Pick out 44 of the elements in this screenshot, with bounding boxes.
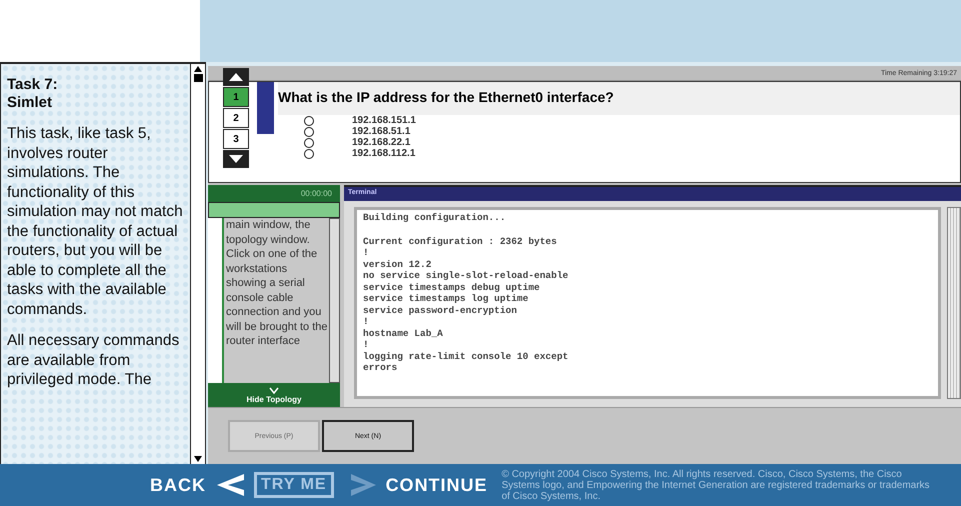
- question-number-button[interactable]: 1: [223, 87, 249, 107]
- back-button[interactable]: BACK: [150, 474, 206, 496]
- radio-button[interactable]: [304, 148, 314, 158]
- radio-button[interactable]: [304, 126, 314, 136]
- terminal-line: Building configuration...: [363, 212, 507, 224]
- task-description: All necessary commands are available from privileged mode. The: [7, 331, 180, 390]
- terminal-line: !: [363, 316, 370, 328]
- radio-button[interactable]: [304, 116, 314, 126]
- terminal-line: service password-encryption: [363, 304, 518, 316]
- copyright-text: © Copyright 2004 Cisco Systems, Inc. All rights reserved. Cisco, Cisco Systems, the Cisco Systems logo, and Empowering the Internet Generation are registered trademarks or trademarks of Cisco Systems, Inc.: [502, 468, 931, 502]
- scroll-up-icon[interactable]: [193, 64, 203, 74]
- scroll-thumb[interactable]: [194, 74, 202, 82]
- answer-option: 192.168.22.1: [352, 137, 410, 148]
- timer: 00:00:00: [208, 185, 340, 202]
- scrollbar[interactable]: [947, 207, 961, 399]
- terminal-line: Current configuration : 2362 bytes: [363, 236, 558, 247]
- terminal-line: !: [363, 339, 370, 350]
- next-question-button[interactable]: [223, 150, 249, 168]
- terminal-line: service timestamps log uptime: [363, 293, 530, 304]
- scrollbar[interactable]: [329, 218, 340, 383]
- up-arrow-icon: [228, 72, 244, 82]
- question-number-button[interactable]: 2: [223, 108, 249, 128]
- down-arrow-icon: [228, 154, 244, 164]
- task-subtitle: Simlet: [7, 94, 54, 112]
- hide-topology-button[interactable]: Hide Topology: [208, 383, 340, 407]
- terminal-line: logging rate-limit console 10 except: [363, 350, 570, 362]
- answer-option: 192.168.151.1: [352, 115, 416, 126]
- radio-button[interactable]: [304, 138, 314, 148]
- terminal-line: service timestamps debug uptime: [363, 282, 541, 293]
- terminal-line: hostname Lab_A: [363, 328, 444, 339]
- scrollbar[interactable]: [190, 62, 206, 464]
- terminal-line: version 12.2: [363, 258, 432, 270]
- terminal-line: !: [363, 247, 370, 258]
- task-description: This task, like task 5, involves router simulations. The functionality of this simulation may not match the functionality of actual routers, but you will be able to complete all the tasks with the available commands.: [7, 124, 184, 319]
- task-title: Task 7:: [7, 76, 59, 94]
- instructions-text: main window, the topology window. Click on one of the workstations showing a serial console cable connection and you will be brought to the router interface: [225, 218, 329, 349]
- continue-button[interactable]: CONTINUE: [386, 474, 488, 496]
- terminal-line: no service single-slot-reload-enable: [363, 270, 570, 282]
- question-number-button[interactable]: 3: [223, 129, 249, 149]
- terminal-line: errors: [363, 362, 398, 374]
- answer-option: 192.168.112.1: [352, 148, 416, 159]
- answer-option: 192.168.51.1: [352, 126, 410, 137]
- previous-question-button[interactable]: [223, 68, 249, 86]
- question-text: What is the IP address for the Ethernet0 interface?: [278, 82, 960, 115]
